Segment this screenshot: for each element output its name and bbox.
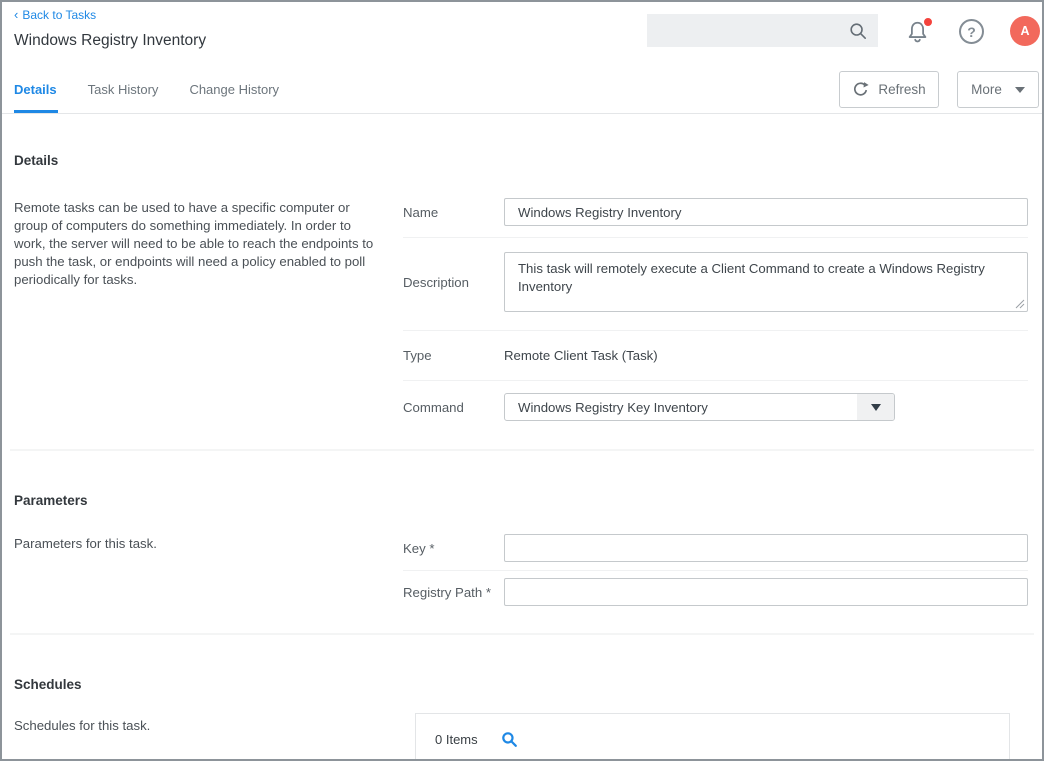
schedules-search-button[interactable]	[501, 731, 518, 748]
description-field-label: Description	[403, 275, 504, 290]
type-value: Remote Client Task (Task)	[504, 348, 658, 363]
parameters-section: Parameters Parameters for this task. Key…	[2, 493, 1042, 618]
section-divider	[10, 633, 1034, 635]
schedules-list-panel: 0 Items	[415, 713, 1010, 761]
schedules-description-text: Schedules for this task.	[14, 717, 379, 735]
back-to-tasks-link[interactable]: ‹ Back to Tasks	[14, 7, 96, 22]
details-form: Name Description This task will remotely…	[403, 191, 1028, 437]
details-section-heading: Details	[14, 153, 1028, 168]
section-divider	[10, 449, 1034, 451]
search-icon	[849, 22, 867, 40]
notification-dot	[922, 16, 934, 28]
app-window: ‹ Back to Tasks Windows Registry Inventor…	[0, 0, 1044, 761]
tab-change-history[interactable]: Change History	[189, 66, 279, 113]
user-avatar[interactable]: A	[1010, 16, 1040, 46]
chevron-left-icon: ‹	[14, 7, 18, 22]
page-title: Windows Registry Inventory	[14, 32, 206, 50]
details-section-description: Remote tasks can be used to have a speci…	[14, 191, 403, 289]
tab-details-label: Details	[14, 82, 57, 97]
resize-handle-icon[interactable]	[1015, 299, 1025, 309]
schedules-form: 0 Items	[403, 713, 1028, 761]
type-field-row: Type Remote Client Task (Task)	[403, 331, 1028, 381]
tab-change-history-label: Change History	[189, 82, 279, 97]
more-label: More	[971, 82, 1002, 97]
command-field-row: Command Windows Registry Key Inventory	[403, 381, 1028, 437]
schedules-section: Schedules Schedules for this task. 0 Ite…	[2, 677, 1042, 761]
more-button[interactable]: More	[957, 71, 1039, 108]
name-input[interactable]	[504, 198, 1028, 226]
chevron-down-icon	[1015, 87, 1025, 93]
description-field-row: Description This task will remotely exec…	[403, 238, 1028, 331]
command-field-label: Command	[403, 400, 504, 415]
tabs: Details Task History Change History	[14, 66, 310, 113]
registry-path-input[interactable]	[504, 578, 1028, 606]
avatar-initial: A	[1020, 24, 1029, 38]
name-field-label: Name	[403, 205, 504, 220]
caret-down-icon	[871, 404, 881, 411]
schedules-section-heading: Schedules	[14, 677, 1028, 692]
main-content: Details Remote tasks can be used to have…	[2, 153, 1042, 761]
search-icon	[501, 731, 518, 748]
help-button[interactable]: ?	[959, 19, 984, 44]
details-description-text: Remote tasks can be used to have a speci…	[14, 199, 379, 289]
select-arrow-zone	[857, 394, 894, 420]
question-mark-icon: ?	[967, 24, 976, 40]
description-textarea[interactable]: This task will remotely execute a Client…	[504, 252, 1028, 312]
parameters-section-heading: Parameters	[14, 493, 1028, 508]
details-section: Details Remote tasks can be used to have…	[2, 153, 1042, 437]
refresh-button[interactable]: Refresh	[839, 71, 939, 108]
name-field-row: Name	[403, 191, 1028, 238]
tab-task-history-label: Task History	[88, 82, 159, 97]
global-search-input[interactable]	[647, 23, 849, 38]
items-count: 0 Items	[435, 732, 478, 747]
parameters-form: Key * Registry Path *	[403, 527, 1028, 618]
tab-details[interactable]: Details	[14, 66, 57, 113]
back-link-label: Back to Tasks	[22, 8, 96, 22]
key-field-row: Key *	[403, 527, 1028, 571]
key-input[interactable]	[504, 534, 1028, 562]
global-search-box[interactable]	[647, 14, 878, 47]
schedules-panel-toolbar: 0 Items	[416, 714, 1009, 748]
parameters-description-text: Parameters for this task.	[14, 535, 379, 553]
command-select-value: Windows Registry Key Inventory	[505, 400, 857, 415]
key-field-label: Key *	[403, 541, 504, 556]
parameters-section-description: Parameters for this task.	[14, 527, 403, 553]
refresh-label: Refresh	[878, 82, 925, 97]
command-select[interactable]: Windows Registry Key Inventory	[504, 393, 895, 421]
type-field-label: Type	[403, 348, 504, 363]
notifications-button[interactable]	[904, 18, 934, 48]
refresh-icon	[852, 81, 869, 98]
schedules-section-description: Schedules for this task.	[14, 713, 403, 735]
header: ‹ Back to Tasks Windows Registry Inventor…	[2, 2, 1042, 66]
tab-task-history[interactable]: Task History	[88, 66, 159, 113]
registry-path-field-label: Registry Path *	[403, 585, 504, 600]
registry-path-field-row: Registry Path *	[403, 571, 1028, 618]
tab-bar: Details Task History Change History Refr…	[2, 66, 1042, 114]
